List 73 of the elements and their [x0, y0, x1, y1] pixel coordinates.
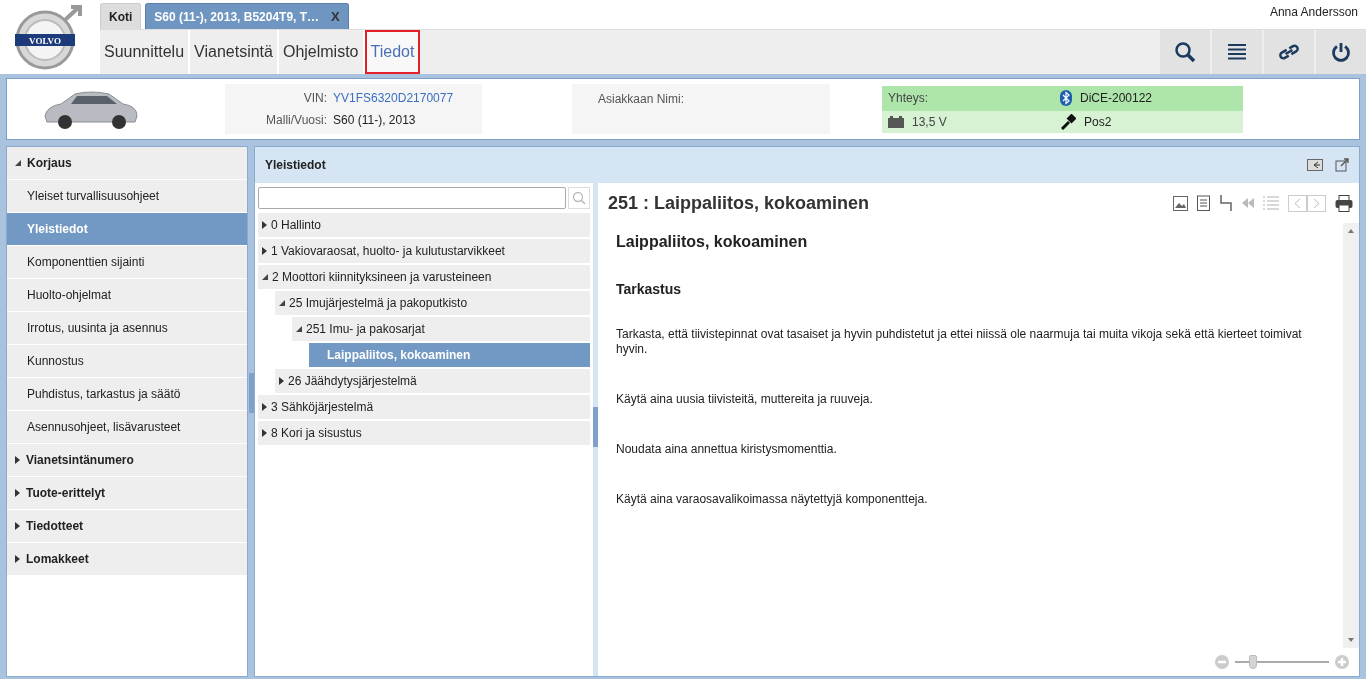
paragraph: Käytä aina uusia tiivisteitä, muttereita ja ruuveja.: [616, 392, 874, 407]
tree-item[interactable]: 251 Imu- ja pakosarjat: [292, 317, 590, 341]
sidebar-item[interactable]: Puhdistus, tarkastus ja säätö: [7, 378, 247, 411]
search-icon: [572, 191, 586, 205]
zoom-out-button[interactable]: [1215, 655, 1229, 669]
search-icon: [1174, 41, 1196, 63]
sidebar-item[interactable]: Asennusohjeet, lisävarusteet: [7, 411, 247, 444]
close-button[interactable]: X: [331, 9, 340, 24]
paragraph: Käytä aina varaosavalikoimassa näytettyjä komponentteja.: [616, 492, 929, 507]
paragraph: Tarkasta, että tiivistepinnat ovat tasaiset ja hyvin puhdistetut ja ettei niissä ole naarmuja tai muita vikoja sekä että kierteet toimivat hyvin.: [616, 327, 1303, 357]
collapse-handle[interactable]: [249, 373, 254, 413]
image-icon[interactable]: [1173, 195, 1188, 211]
menu-button[interactable]: [1212, 30, 1262, 74]
collapse-handle[interactable]: [593, 407, 598, 447]
sidebar-item[interactable]: Kunnostus: [7, 345, 247, 378]
search-button[interactable]: [1160, 30, 1210, 74]
scrollbar[interactable]: [1343, 223, 1359, 648]
document-title: 251 : Laippaliitos, kokoaminen: [608, 192, 870, 214]
rewind-icon[interactable]: [1242, 198, 1254, 208]
voltage-value: 13,5 V: [912, 114, 947, 129]
tree-item[interactable]: 26 Jäähdytysjärjestelmä: [275, 369, 590, 393]
bluetooth-icon: [1060, 90, 1072, 106]
link-icon: [1279, 44, 1299, 60]
slider-thumb[interactable]: [1249, 655, 1258, 669]
vin-label: VIN:: [302, 91, 327, 105]
pager-icon[interactable]: [1288, 194, 1326, 212]
sidebar-item[interactable]: Yleiset turvallisuusohjeet: [7, 180, 247, 213]
logo-text: VOLVO: [29, 35, 61, 46]
document-icon[interactable]: [1197, 195, 1210, 211]
model-value: S60 (11-), 2013: [333, 113, 416, 127]
zoom-in-button[interactable]: [1335, 655, 1349, 669]
list-icon[interactable]: [1263, 196, 1279, 210]
vin-value[interactable]: YV1FS6320D2170077: [333, 91, 454, 105]
document-heading: Laippaliitos, kokoaminen: [616, 233, 809, 251]
paragraph: Noudata aina annettua kiristysmomenttia.: [616, 442, 838, 457]
external-link-icon[interactable]: [1335, 158, 1349, 172]
print-icon[interactable]: [1335, 194, 1353, 212]
route-icon[interactable]: [1219, 194, 1233, 212]
sidebar-item[interactable]: Huolto-ohjelmat: [7, 279, 247, 312]
sidebar-section[interactable]: Korjaus: [7, 147, 247, 180]
nav-tab[interactable]: Tiedot: [364, 30, 421, 74]
tree-item[interactable]: 25 Imujärjestelmä ja pakoputkisto: [275, 291, 590, 315]
tab[interactable]: Koti: [100, 3, 142, 29]
sidebar-section[interactable]: Lomakkeet: [7, 543, 247, 576]
section-heading: Tarkastus: [616, 281, 683, 297]
device-name: DiCE-200122: [1080, 91, 1153, 105]
tree-item[interactable]: 3 Sähköjärjestelmä: [258, 395, 590, 419]
power-icon: [1331, 42, 1351, 62]
tree-item[interactable]: 2 Moottori kiinnityksineen ja varusteineen: [258, 265, 590, 289]
model-label: Malli/Vuosi:: [265, 113, 327, 127]
sidebar-section[interactable]: Tiedotteet: [7, 510, 247, 543]
connection-label: Yhteys:: [888, 91, 930, 105]
user-name: Anna Andersson: [1269, 5, 1358, 19]
tab[interactable]: S60 (11-), 2013, B5204T9, T… X: [145, 3, 349, 29]
sidebar-item[interactable]: Komponenttien sijainti: [7, 246, 247, 279]
sidebar-section[interactable]: Vianetsintänumero: [7, 444, 247, 477]
customer-label: Asiakkaan Nimi:: [598, 92, 685, 106]
search-field[interactable]: [258, 187, 566, 209]
tree-item[interactable]: 8 Kori ja sisustus: [258, 421, 590, 445]
sidebar-item[interactable]: Irrotus, uusinta ja asennus: [7, 312, 247, 345]
link-button[interactable]: [1264, 30, 1314, 74]
menu-icon: [1228, 44, 1246, 60]
key-icon: [1060, 113, 1076, 130]
panel-title: Yleistiedot: [265, 158, 326, 172]
plus-icon: [1337, 657, 1347, 667]
power-button[interactable]: [1316, 30, 1366, 74]
sidebar-section[interactable]: Tuote-erittelyt: [7, 477, 247, 510]
tree-item[interactable]: 1 Vakiovaraosat, huolto- ja kulutustarvikkeet: [258, 239, 590, 263]
tree-item[interactable]: 0 Hallinto: [258, 213, 590, 237]
key-position: Pos2: [1084, 114, 1112, 129]
battery-icon: [888, 115, 904, 128]
logo-emblem: [15, 5, 82, 70]
back-icon[interactable]: [1307, 159, 1323, 171]
